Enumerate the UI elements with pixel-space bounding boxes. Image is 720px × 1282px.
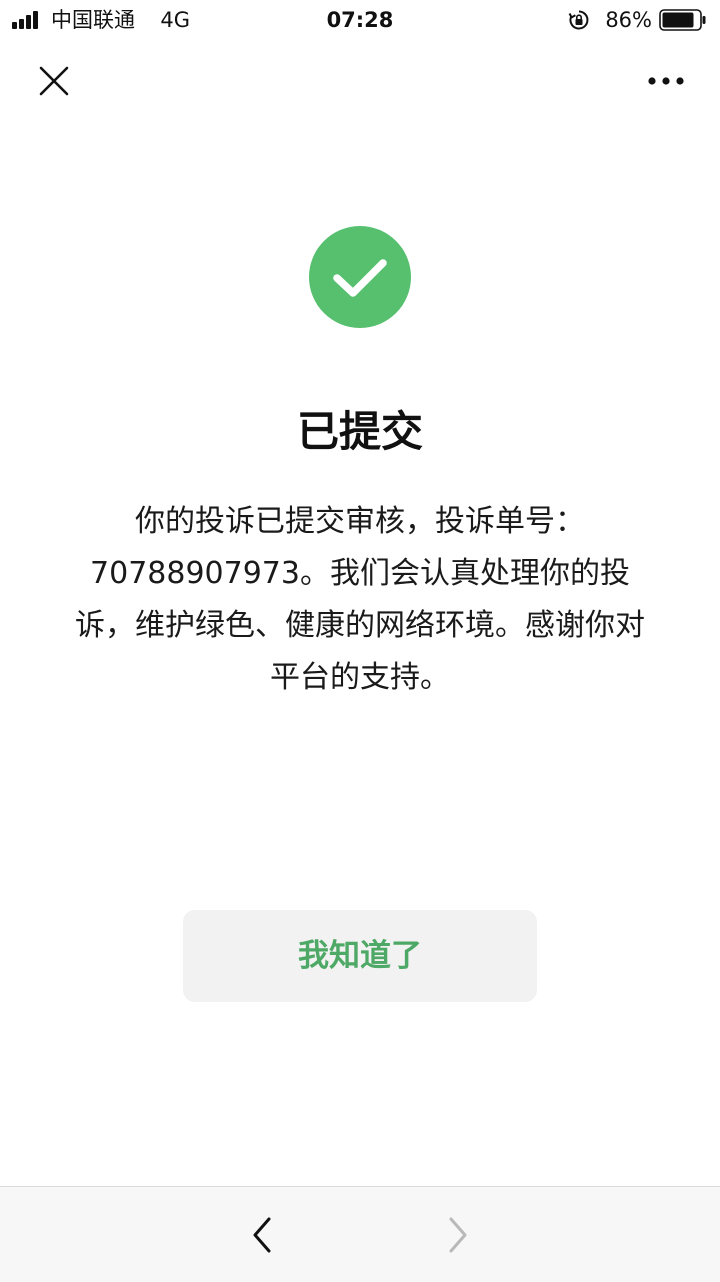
battery-percentage: 86% [605, 8, 652, 32]
confirmation-message: 你的投诉已提交审核，投诉单号：70788907973。我们会认真处理你的投诉，维… [75, 504, 645, 695]
rotation-lock-icon [568, 10, 589, 30]
acknowledge-button[interactable]: 我知道了 [183, 910, 537, 1002]
chevron-right-icon [449, 1217, 467, 1253]
status-bar: 中国联通 4G 07:28 86% [0, 0, 720, 40]
bottom-toolbar [0, 1186, 720, 1282]
close-icon [39, 66, 69, 96]
chevron-left-icon [253, 1217, 271, 1253]
page-title: 已提交 [296, 407, 423, 456]
battery-icon [659, 9, 706, 31]
more-icon [648, 77, 684, 85]
back-button[interactable] [238, 1211, 286, 1259]
forward-button [434, 1211, 482, 1259]
check-circle-icon [309, 226, 411, 328]
more-options-button[interactable] [640, 57, 692, 105]
close-button[interactable] [30, 57, 78, 105]
